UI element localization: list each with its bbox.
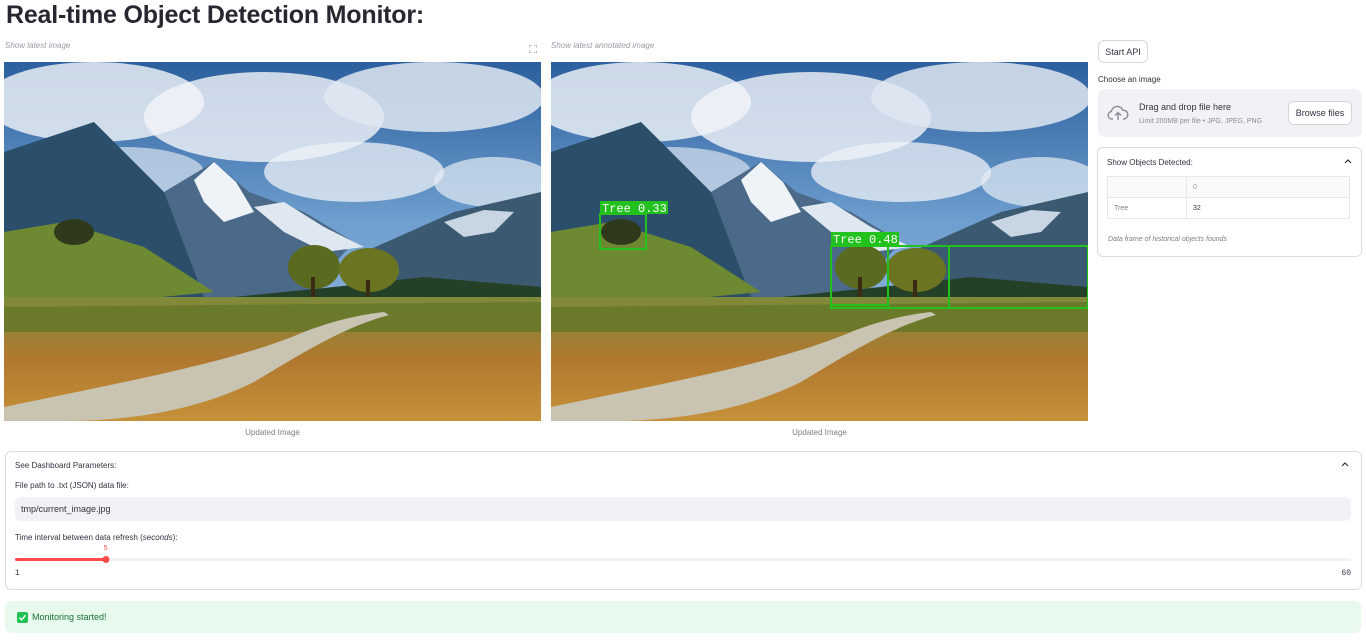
dataframe-caption: Data frame of historical objects founds — [1108, 236, 1228, 243]
chevron-up-icon[interactable] — [1344, 158, 1352, 164]
slider-max-label: 60 — [1341, 569, 1351, 578]
slider-track[interactable] — [15, 558, 1351, 561]
table-index-header — [1107, 176, 1187, 198]
annotated-image-caption: Show latest annotated image — [551, 41, 655, 50]
file-dropzone[interactable]: Drag and drop file here Limit 200MB per … — [1098, 89, 1362, 137]
latest-image-caption: Show latest image — [5, 41, 71, 50]
cloud-upload-icon — [1107, 105, 1129, 120]
browse-files-button[interactable]: Browse files — [1288, 101, 1352, 125]
table-column-header: 0 — [1186, 176, 1350, 198]
annotated-image-footer: Updated Image — [792, 428, 847, 437]
parameters-expander-title[interactable]: See Dashboard Parameters: — [15, 461, 116, 470]
detection-label-1: Tree 0.33 — [602, 202, 667, 216]
detection-label-2: Tree 0.48 — [833, 233, 898, 247]
start-api-button[interactable]: Start API — [1098, 40, 1148, 63]
interval-label: Time interval between data refresh (seco… — [15, 533, 178, 542]
check-icon — [17, 611, 28, 623]
landscape-scene — [4, 62, 541, 421]
latest-image — [4, 62, 541, 421]
file-path-label: File path to .txt (JSON) data file: — [15, 481, 129, 490]
slider-thumb[interactable] — [102, 556, 110, 563]
slider-value-label: 5 — [103, 545, 108, 553]
objects-detected-expander: Show Objects Detected: 0 Tree 32 Data fr… — [1097, 147, 1362, 257]
table-header-row: 0 — [1107, 176, 1350, 198]
objects-expander-title[interactable]: Show Objects Detected: — [1107, 158, 1193, 167]
annotated-landscape-scene: Tree 0.33 Tree 0.48 — [551, 62, 1088, 421]
page-title: Real-time Object Detection Monitor: — [6, 1, 425, 29]
fullscreen-icon[interactable] — [529, 45, 537, 53]
dropzone-limit: Limit 200MB per file • JPG, JPEG, PNG — [1139, 118, 1263, 125]
status-success-alert: Monitoring started! — [5, 601, 1361, 633]
latest-image-footer: Updated Image — [245, 428, 300, 437]
uploader-label: Choose an image — [1098, 75, 1161, 84]
status-message: Monitoring started! — [32, 612, 107, 622]
table-row-value: 32 — [1186, 197, 1350, 219]
dropzone-title: Drag and drop file here — [1139, 102, 1232, 112]
chevron-up-icon[interactable] — [1341, 461, 1349, 467]
table-row: Tree 32 — [1107, 197, 1350, 219]
objects-dataframe[interactable]: 0 Tree 32 — [1107, 176, 1350, 219]
annotated-image: Tree 0.33 Tree 0.48 — [551, 62, 1088, 421]
table-row-index: Tree — [1107, 197, 1187, 219]
slider-min-label: 1 — [15, 569, 20, 578]
file-path-input[interactable]: tmp/current_image.jpg — [15, 497, 1351, 521]
slider-fill — [15, 558, 106, 561]
